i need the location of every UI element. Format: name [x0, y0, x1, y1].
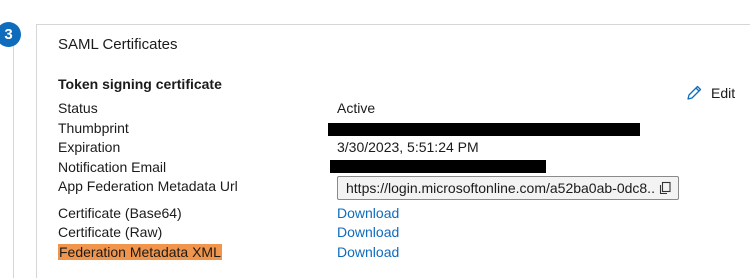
metadata-url-label: App Federation Metadata Url: [58, 178, 238, 194]
cert-base64-download-link[interactable]: Download: [337, 205, 399, 221]
copy-icon[interactable]: [658, 181, 672, 195]
page: 3 SAML Certificates Token signing certif…: [0, 0, 750, 278]
edit-label: Edit: [711, 85, 736, 101]
federation-xml-label-wrap: Federation Metadata XML: [58, 244, 222, 260]
edit-button[interactable]: Edit: [685, 84, 735, 102]
cert-raw-label: Certificate (Raw): [58, 224, 163, 240]
status-label: Status: [58, 100, 98, 116]
step-connector-line: [13, 32, 14, 278]
notification-email-label: Notification Email: [58, 159, 167, 175]
thumbprint-label: Thumbprint: [58, 120, 129, 136]
card-title: SAML Certificates: [58, 36, 178, 53]
expiration-label: Expiration: [58, 139, 121, 155]
notification-email-redaction: [330, 160, 546, 173]
section-title: Token signing certificate: [58, 76, 222, 92]
step-number-badge: 3: [0, 22, 21, 47]
metadata-url-value: https://login.microsoftonline.com/a52ba0…: [346, 180, 654, 196]
metadata-url-field[interactable]: https://login.microsoftonline.com/a52ba0…: [337, 176, 679, 200]
cert-raw-download-link[interactable]: Download: [337, 224, 399, 240]
pencil-icon: [687, 85, 702, 100]
federation-xml-download-link[interactable]: Download: [337, 244, 399, 260]
expiration-value: 3/30/2023, 5:51:24 PM: [337, 139, 479, 155]
cert-base64-label: Certificate (Base64): [58, 205, 182, 221]
saml-certificates-card: SAML Certificates Token signing certific…: [36, 24, 750, 278]
thumbprint-redaction: [328, 123, 640, 136]
federation-xml-label: Federation Metadata XML: [58, 244, 222, 260]
status-value: Active: [337, 100, 376, 116]
